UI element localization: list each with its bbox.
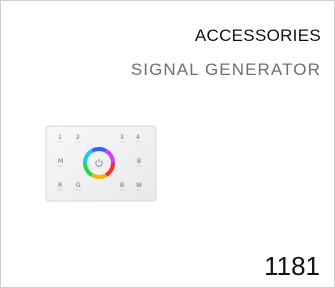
panel-key-3: 3 (120, 134, 124, 141)
product-subtitle: SIGNAL GENERATOR (130, 60, 321, 79)
panel-key-w: W (136, 182, 142, 189)
panel-key-g: G (76, 182, 81, 189)
panel-key-4: 4 (136, 134, 140, 141)
panel-key-1: 1 (58, 134, 62, 141)
panel-key-b: B (120, 182, 124, 189)
panel-key-brightness: B (137, 158, 141, 165)
panel-key-r: R (58, 182, 62, 189)
product-category: ACCESSORIES (194, 26, 321, 45)
touch-panel-controller-image: 1 2 3 4 M B R G B W (45, 125, 157, 202)
panel-key-2: 2 (76, 134, 80, 141)
product-number: 1181 (264, 251, 320, 281)
product-image[interactable]: 1 2 3 4 M B R G B W (45, 125, 157, 202)
panel-key-m: M (58, 158, 63, 165)
product-card[interactable]: ACCESSORIES SIGNAL GENERATOR 1 2 3 4 M B… (0, 0, 335, 288)
